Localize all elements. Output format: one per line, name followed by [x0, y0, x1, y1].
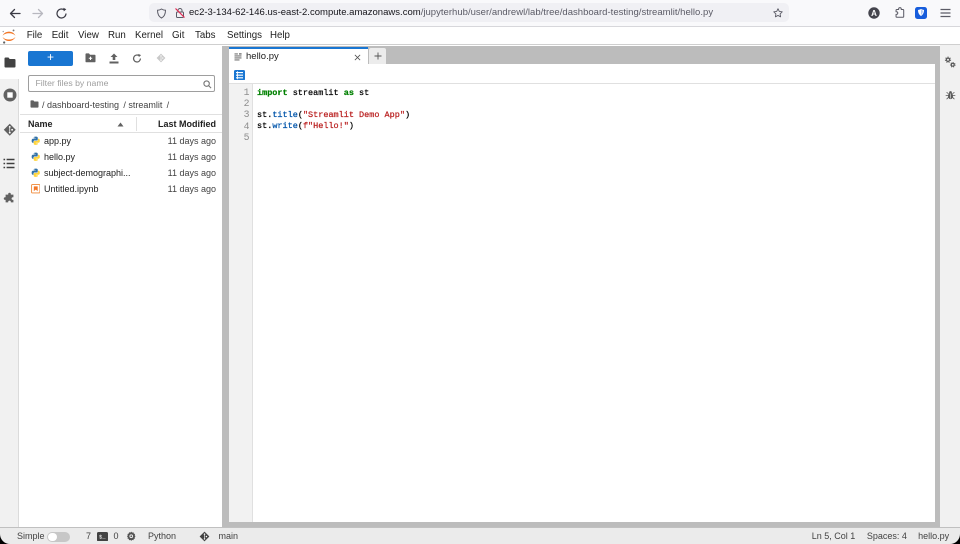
svg-text:$_: $_ [99, 533, 106, 540]
svg-text:A: A [871, 9, 877, 18]
